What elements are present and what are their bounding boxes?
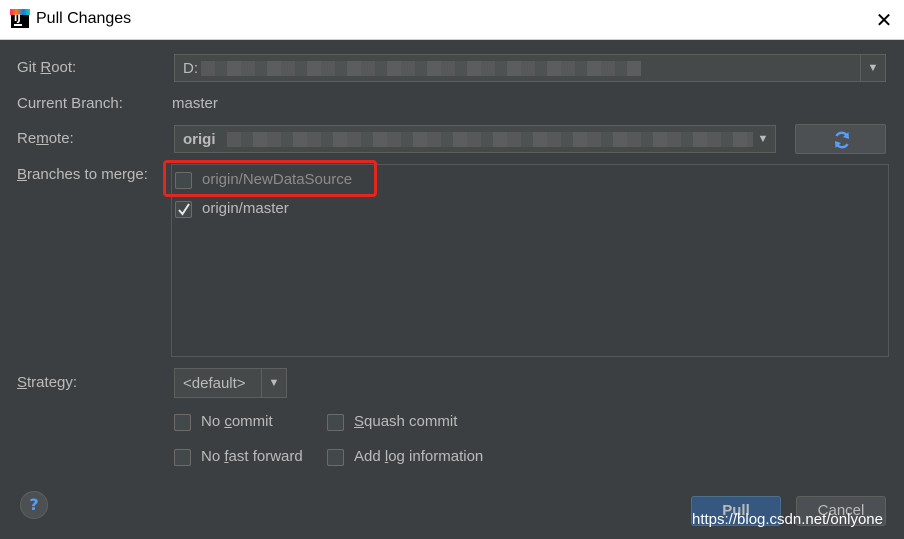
redacted-path — [201, 61, 641, 76]
window-title: Pull Changes — [36, 10, 132, 27]
refresh-remote-button[interactable] — [795, 124, 886, 154]
close-icon[interactable]: ✕ — [870, 6, 898, 34]
checkbox[interactable] — [327, 414, 344, 431]
strategy-label: Strategy: — [17, 374, 78, 391]
title-bar: IJ Pull Changes ✕ — [0, 0, 904, 40]
branches-to-merge-label: Branches to merge: — [17, 166, 148, 183]
refresh-icon — [835, 131, 849, 149]
strategy-dropdown[interactable]: <default> ▼ — [174, 368, 287, 398]
current-branch-value: master — [172, 95, 218, 112]
strategy-value: <default> — [183, 375, 246, 392]
git-root-value: D: — [183, 60, 198, 77]
git-root-label: Git Root: — [17, 59, 77, 76]
remote-value: origi — [183, 131, 216, 148]
git-root-dropdown[interactable]: D: ▼ — [174, 54, 886, 82]
chevron-down-icon[interactable]: ▼ — [261, 369, 286, 397]
checkmark-icon — [178, 203, 190, 216]
chevron-down-icon[interactable]: ▼ — [860, 55, 885, 81]
red-highlight-annotation — [163, 160, 377, 197]
checkbox[interactable] — [327, 449, 344, 466]
checkbox[interactable] — [174, 414, 191, 431]
current-branch-label: Current Branch: — [17, 95, 123, 112]
remote-dropdown[interactable]: origi ▼ — [174, 125, 776, 153]
checkbox[interactable] — [174, 449, 191, 466]
intellij-app-icon: IJ — [10, 9, 30, 28]
help-button[interactable]: ? — [20, 491, 48, 519]
checkbox-checked[interactable] — [175, 201, 192, 218]
chevron-down-icon[interactable]: ▼ — [751, 126, 775, 152]
remote-label: Remote: — [17, 130, 74, 147]
watermark-text: https://blog.csdn.net/onlyone — [692, 511, 883, 528]
redacted-remote-url — [227, 132, 753, 147]
